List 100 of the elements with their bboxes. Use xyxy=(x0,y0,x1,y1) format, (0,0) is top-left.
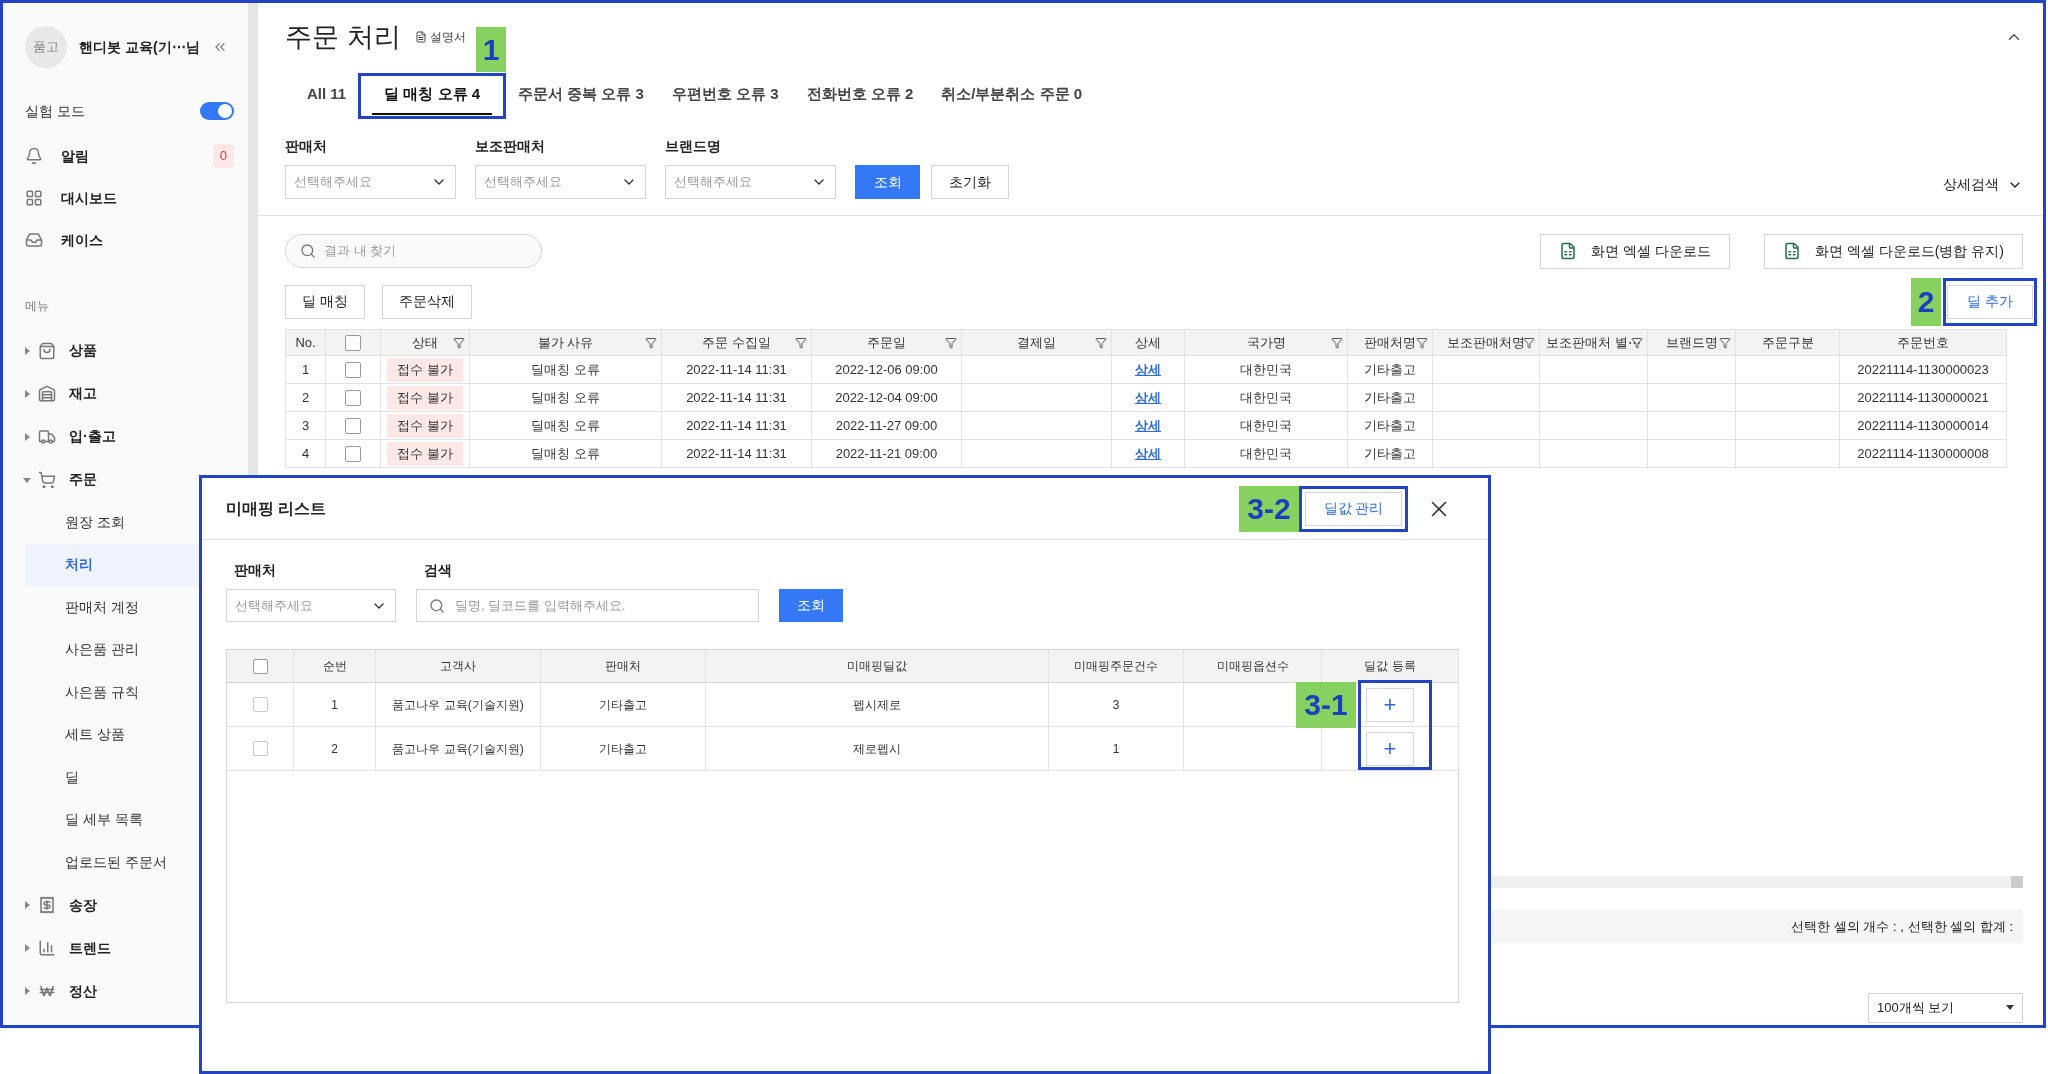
caret-icon xyxy=(23,944,31,952)
table-cell-text: 품고나우 교육(기술지원) xyxy=(392,696,524,714)
column-header[interactable]: 상태 xyxy=(412,332,438,353)
menu-item[interactable]: 트렌드 xyxy=(23,926,234,970)
checkbox[interactable] xyxy=(345,417,361,434)
column-header[interactable]: 주문일 xyxy=(867,332,906,353)
add-deal-button[interactable]: 딜 추가 xyxy=(1947,284,2033,319)
table-cell-text: 2022-11-14 11:31 xyxy=(686,444,787,463)
checkbox[interactable] xyxy=(252,741,268,756)
table-cell-text: 딜매칭 오류 xyxy=(531,388,600,407)
table-cell-text: 2022-11-14 11:31 xyxy=(686,360,787,379)
table-cell-text: 2022-11-14 11:31 xyxy=(686,388,787,407)
tab[interactable]: 우편번호 오류 3 xyxy=(659,75,791,115)
checkbox[interactable] xyxy=(252,658,268,674)
column-header[interactable]: No. xyxy=(295,332,316,353)
reset-button[interactable]: 초기화 xyxy=(931,165,1009,199)
caret-icon xyxy=(23,346,31,355)
column-header[interactable]: 보조판매처 별⋯ xyxy=(1546,332,1641,353)
filter-icon[interactable] xyxy=(453,336,465,349)
table-cell-text: 대한민국 xyxy=(1240,360,1292,379)
checkbox[interactable] xyxy=(345,389,361,406)
register-deal-button[interactable]: + xyxy=(1366,731,1414,766)
column-header[interactable]: 상세 xyxy=(1135,332,1161,353)
table-cell-text: 20221114-1130000014 xyxy=(1857,416,1989,435)
checkbox[interactable] xyxy=(252,697,268,712)
search-button[interactable]: 조회 xyxy=(855,165,920,199)
filter-icon[interactable] xyxy=(1331,336,1343,349)
column-header: 순번 xyxy=(322,658,347,675)
table-cell-text: 기타출고 xyxy=(1364,416,1416,435)
detail-link[interactable]: 상세 xyxy=(1135,443,1161,464)
tab[interactable]: 주문서 중복 오류 3 xyxy=(506,75,656,115)
menu-item[interactable]: 재고 xyxy=(23,372,234,415)
detail-link[interactable]: 상세 xyxy=(1135,415,1161,436)
action-button[interactable]: 딜 매칭 xyxy=(285,284,365,319)
detail-link[interactable]: 상세 xyxy=(1135,387,1161,408)
menu-item[interactable]: 정산 xyxy=(23,969,234,1013)
checkbox[interactable] xyxy=(345,361,361,378)
table-cell-text: 펩시제로 xyxy=(853,696,901,714)
manual-link[interactable]: 설명서 xyxy=(414,28,466,46)
toggle-switch[interactable] xyxy=(200,102,234,120)
filter-icon[interactable] xyxy=(1719,336,1731,349)
user-name[interactable]: 핸디봇 교육(기⋯님 xyxy=(79,36,200,58)
status-badge: 접수 불가 xyxy=(387,357,463,382)
checkbox[interactable] xyxy=(345,445,361,462)
caret-icon xyxy=(2006,1005,2014,1011)
column-header[interactable]: 불가 사유 xyxy=(537,332,594,353)
column-header[interactable]: 결제일 xyxy=(1017,332,1056,353)
menu-item[interactable]: 상품 xyxy=(23,329,234,372)
column-header[interactable]: 국가명 xyxy=(1246,332,1286,353)
table-cell-text: 2022-12-06 09:00 xyxy=(835,360,938,379)
receipt-icon xyxy=(38,896,56,914)
filter-icon[interactable] xyxy=(795,336,807,349)
menu-item[interactable]: 입·출고 xyxy=(23,415,234,458)
action-button[interactable]: 주문삭제 xyxy=(381,284,472,319)
excel-download-button[interactable]: 화면 엑셀 다운로드 xyxy=(1540,233,1730,269)
menu-item[interactable]: 주문 xyxy=(23,458,234,501)
advanced-search-toggle[interactable]: 상세검색 xyxy=(1943,174,2023,195)
table-cell-text: 1 xyxy=(331,696,338,714)
table-cell-text: 2 xyxy=(331,740,338,758)
search-icon xyxy=(300,243,316,259)
callout-label: 3-2 xyxy=(1239,485,1299,532)
caret-icon xyxy=(23,389,31,398)
column-header[interactable]: 주문번호 xyxy=(1897,332,1949,353)
manage-deal-button[interactable]: 딜값 관리 xyxy=(1305,491,1402,526)
checkbox[interactable] xyxy=(345,334,361,351)
cart-icon xyxy=(38,470,56,489)
column-header[interactable]: 브랜드명 xyxy=(1665,332,1718,353)
filter-icon[interactable] xyxy=(645,336,657,349)
bar-chart-icon xyxy=(38,939,56,957)
count-badge: 0 xyxy=(212,144,234,168)
table-cell-text: 딜매칭 오류 xyxy=(531,444,600,463)
page-size-select[interactable]: 100개씩 보기 xyxy=(1868,993,2023,1023)
menu-item[interactable]: 송장 xyxy=(23,883,234,927)
detail-link[interactable]: 상세 xyxy=(1135,359,1161,380)
column-header[interactable]: 주문 수집일 xyxy=(702,332,771,353)
register-deal-button[interactable]: + xyxy=(1366,687,1414,722)
excel-download-button[interactable]: 화면 엑셀 다운로드(병합 유지) xyxy=(1764,233,2023,269)
grid-icon xyxy=(25,189,43,207)
column-header[interactable]: 주문구분 xyxy=(1761,332,1814,353)
table-cell-text: 딜매칭 오류 xyxy=(531,360,600,379)
sidebar-item[interactable]: 대시보드 xyxy=(25,177,234,219)
table-cell-text: 2022-11-21 09:00 xyxy=(835,444,938,463)
filter-icon[interactable] xyxy=(1523,336,1535,349)
tab[interactable]: 전화번호 오류 2 xyxy=(794,75,926,115)
filter-icon[interactable] xyxy=(945,336,957,349)
filter-icon[interactable] xyxy=(1416,336,1428,349)
column-header[interactable]: 판매처명 xyxy=(1364,332,1416,353)
sidebar-item[interactable]: 알림 0 xyxy=(25,135,234,177)
column-header: 판매처 xyxy=(605,658,641,675)
test-mode-label: 실험 모드 xyxy=(25,101,85,121)
table-cell-text: 2 xyxy=(301,388,310,407)
sidebar-item[interactable]: 케이스 xyxy=(25,219,234,261)
status-badge: 접수 불가 xyxy=(387,413,463,438)
tab[interactable]: 취소/부분취소 주문 0 xyxy=(929,75,1095,115)
filter-icon[interactable] xyxy=(1095,336,1107,349)
search-button[interactable]: 조회 xyxy=(779,589,843,622)
tab[interactable]: All 11 xyxy=(295,75,359,115)
column-header[interactable]: 보조판매처명 xyxy=(1447,332,1525,353)
callout-label: 1 xyxy=(476,27,507,72)
table-cell-text: 1 xyxy=(1112,740,1120,758)
